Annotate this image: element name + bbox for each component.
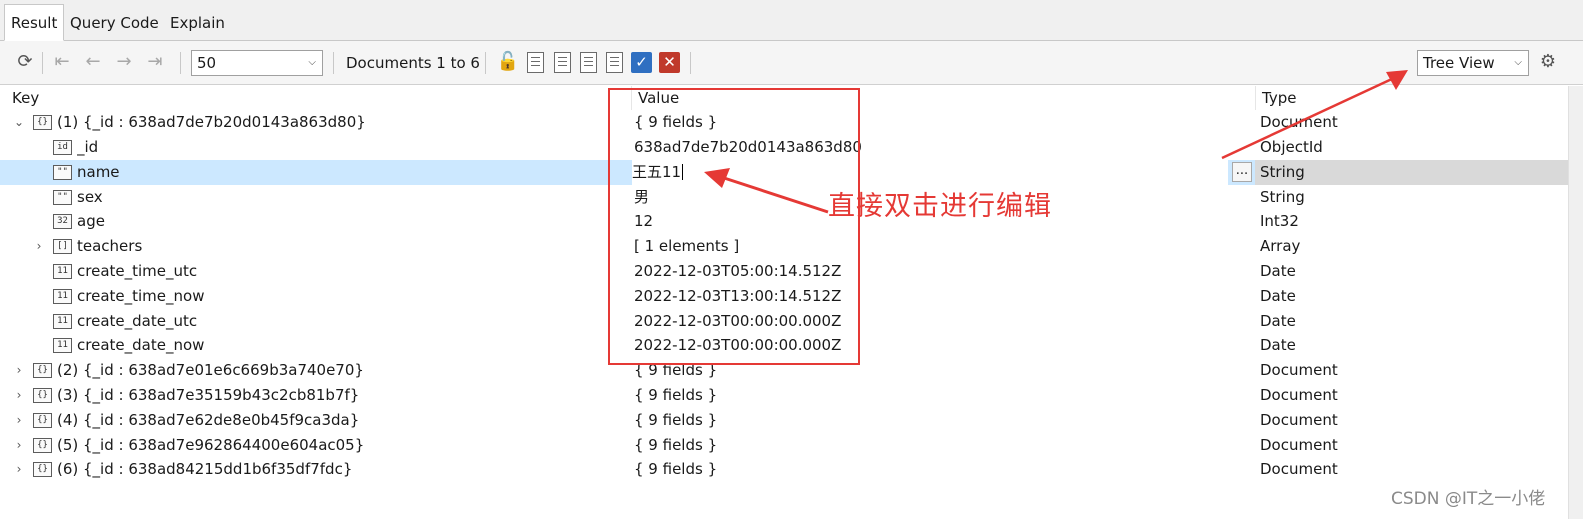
row-type: Document (1260, 113, 1338, 132)
page-size-value: 50 (197, 54, 217, 72)
gear-icon[interactable]: ⚙ (1536, 51, 1560, 75)
chevron-right-icon[interactable]: › (13, 433, 25, 458)
annotation-text: 直接双击进行编辑 (828, 191, 1052, 222)
row-key: create_date_now (77, 336, 205, 355)
row-type: String (1255, 159, 1568, 185)
row-value: { 9 fields } (634, 410, 718, 429)
array-icon: [] (53, 239, 72, 255)
row-key: create_date_utc (77, 311, 198, 330)
row-type: Date (1260, 286, 1296, 305)
row-key: name (77, 162, 120, 181)
refresh-icon[interactable]: ⟳ (13, 51, 37, 75)
toolbar-separator (690, 52, 691, 74)
chevron-down-icon[interactable]: ⌄ (13, 110, 25, 135)
tab-query-code[interactable]: Query Code (63, 4, 166, 41)
last-page-icon[interactable]: ⇥ (143, 51, 167, 75)
add-document-icon[interactable] (527, 52, 544, 73)
chevron-right-icon[interactable]: › (13, 358, 25, 383)
chevron-right-icon[interactable]: › (13, 383, 25, 408)
row-key: (3) {_id : 638ad7e35159b43c2cb81b7f} (57, 386, 360, 404)
row-key: (5) {_id : 638ad7e962864400e604ac05} (57, 435, 365, 454)
toolbar-separator (333, 52, 334, 74)
row-key: create_time_now (77, 286, 205, 305)
validate-icon[interactable]: ✓ (631, 52, 652, 73)
table-row[interactable]: › {} (6) {_id : 638ad84215dd1b6f35df7fdc… (0, 457, 1568, 482)
first-page-icon[interactable]: ⇤ (50, 51, 74, 75)
row-type: Date (1260, 336, 1296, 355)
date-icon: 11 (53, 313, 72, 329)
document-icon: {} (33, 363, 52, 379)
chevron-right-icon[interactable]: › (13, 408, 25, 433)
next-page-icon[interactable]: → (112, 51, 136, 75)
row-key: (2) {_id : 638ad7e01e6c669b3a740e70} (57, 361, 364, 380)
column-header-type[interactable]: Type (1255, 86, 1296, 110)
toolbar-separator (42, 52, 43, 74)
row-key: age (77, 212, 105, 231)
edit-ellipsis-button[interactable]: ... (1232, 161, 1252, 182)
chevron-right-icon[interactable]: › (33, 234, 45, 259)
view-mode-value: Tree View (1423, 54, 1495, 72)
date-icon: 11 (53, 338, 72, 354)
document-icon: {} (33, 437, 52, 453)
date-icon: 11 (53, 288, 72, 304)
document-icon: {} (33, 388, 52, 403)
row-type: String (1260, 187, 1305, 206)
documents-range-label: Documents 1 to 6 (346, 54, 480, 72)
result-tab-bar: Result Query Code Explain (0, 0, 1583, 41)
prev-page-icon[interactable]: ← (81, 51, 105, 75)
watermark: CSDN @IT之一小佬 (1391, 489, 1546, 509)
chevron-down-icon: ⌵ (308, 57, 316, 68)
document-icon: {} (33, 412, 52, 428)
string-icon: "" (53, 164, 72, 180)
row-key: (6) {_id : 638ad84215dd1b6f35df7fdc} (57, 460, 353, 479)
table-row[interactable]: › {} (5) {_id : 638ad7e962864400e604ac05… (0, 433, 1568, 458)
row-type: Array (1260, 237, 1301, 256)
objectid-icon: id (53, 140, 72, 155)
table-row[interactable]: › {} (4) {_id : 638ad7e62de8e0b45f9ca3da… (0, 408, 1568, 433)
delete-icon[interactable]: ✕ (659, 52, 680, 73)
edit-document-icon[interactable] (580, 52, 597, 73)
row-type: Document (1260, 435, 1338, 454)
document-icon: {} (33, 115, 52, 131)
row-type: Date (1260, 311, 1296, 330)
tab-result[interactable]: Result (4, 4, 65, 41)
row-key: (1) {_id : 638ad7de7b20d0143a863d80} (57, 113, 366, 132)
table-row[interactable]: › {} (3) {_id : 638ad7e35159b43c2cb81b7f… (0, 383, 1568, 408)
row-value: { 9 fields } (634, 460, 718, 479)
row-key: _id (77, 138, 99, 156)
row-key: teachers (77, 237, 143, 256)
view-document-icon[interactable] (606, 52, 623, 73)
tab-explain[interactable]: Explain (163, 4, 232, 41)
row-value: { 9 fields } (634, 435, 718, 454)
vertical-scrollbar[interactable] (1568, 86, 1583, 519)
column-header-key[interactable]: Key (6, 86, 39, 110)
clone-document-icon[interactable] (554, 52, 571, 73)
page-size-select[interactable]: 50 ⌵ (191, 50, 323, 76)
int32-icon: 32 (53, 214, 72, 230)
lock-icon[interactable]: 🔓 (496, 51, 520, 75)
row-key: sex (77, 187, 103, 206)
toolbar-separator (485, 52, 486, 74)
toolbar-separator (180, 52, 181, 74)
row-key: create_time_utc (77, 262, 198, 280)
chevron-down-icon: ⌵ (1514, 57, 1522, 68)
document-icon: {} (33, 462, 52, 478)
view-mode-select[interactable]: Tree View ⌵ (1417, 50, 1529, 76)
row-type: Document (1260, 386, 1338, 404)
row-key: (4) {_id : 638ad7e62de8e0b45f9ca3da} (57, 410, 360, 429)
row-value: { 9 fields } (634, 386, 718, 404)
result-toolbar: ⟳ ⇤ ← → ⇥ 50 ⌵ Documents 1 to 6 🔓 ✓ ✕ Tr… (0, 41, 1583, 85)
row-type: Int32 (1260, 212, 1299, 231)
row-type: Document (1260, 410, 1338, 429)
row-type: ObjectId (1260, 138, 1323, 156)
date-icon: 11 (53, 264, 72, 279)
row-type: Date (1260, 262, 1296, 280)
row-type: Document (1260, 460, 1338, 479)
row-type: Document (1260, 361, 1338, 380)
annotation-highlight-box (608, 88, 860, 365)
string-icon: "" (53, 189, 72, 205)
chevron-right-icon[interactable]: › (13, 457, 25, 482)
